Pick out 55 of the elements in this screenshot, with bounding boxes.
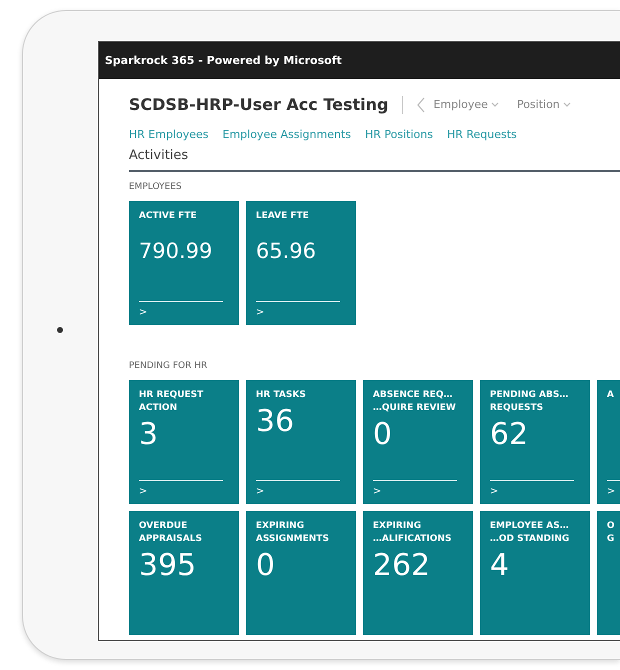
chevron-down-icon [490,102,499,107]
chevron-down-icon [562,102,571,107]
chevron-link[interactable]: > [256,302,264,325]
tile-value: 65.96 [256,238,317,265]
tile[interactable]: LEAVE FTE 65.96 > [246,201,356,325]
tile-title: ABSENCE REQ… …QUIRE REVIEW [372,389,457,415]
tile-value: 4 [490,548,510,584]
window-title: Sparkrock 365 - Powered by Microsoft [98,42,620,79]
tile[interactable]: EXPIRING …ALIFICATIONS 262 [362,511,473,635]
chevron-link[interactable]: > [138,302,148,325]
tile[interactable]: HR TASKS 36 > [246,380,356,504]
tile-title: OVERDUE APPRAISALS [138,520,203,546]
tile[interactable]: ACTIVE FTE 790.99 > [128,201,239,325]
nav-link[interactable]: HR Requests [446,128,517,141]
tile-value: 0 [256,548,276,584]
tile-value: 262 [372,548,432,584]
tile-title: EXPIRING ASSIGNMENTS [256,520,330,546]
tile[interactable]: OVERDUE APPRAISALS 395 [128,511,239,635]
tile-title: PENDING ABS… REQUESTS [490,389,570,415]
tile-value: 36 [256,404,296,440]
chevron-link[interactable]: > [256,481,264,504]
chevron-link[interactable]: > [490,481,498,504]
tile-title: O G [606,520,616,546]
home-button-icon[interactable] [57,327,64,333]
tile[interactable]: O G [596,511,620,635]
tile-title: A [606,389,615,402]
tile-value: 790.99 [138,238,214,265]
nav-link[interactable]: HR Employees [128,128,208,141]
tile-value: 3 [138,417,159,453]
tile-value: 0 [372,417,393,453]
tile[interactable]: PENDING ABS… REQUESTS 62 > [480,380,590,504]
tile[interactable]: EXPIRING ASSIGNMENTS 0 [246,511,356,635]
tile-title: HR REQUEST ACTION [138,389,204,415]
tile-title: LEAVE FTE [256,210,310,223]
chevron-link[interactable]: > [606,481,616,504]
tile[interactable]: ABSENCE REQ… …QUIRE REVIEW 0 > [362,380,473,504]
tile-value: 62 [490,417,530,453]
tile-title: EXPIRING …ALIFICATIONS [372,520,452,546]
tile-title: EMPLOYEE AS… …OD STANDING [490,520,570,546]
tile-value: 395 [138,548,198,584]
section-title: EMPLOYEES [128,182,183,192]
nav-link[interactable]: HR Positions [364,128,433,141]
chevron-link[interactable]: > [138,481,148,504]
section-title: PENDING FOR HR [128,361,208,371]
nav-link[interactable]: Employee Assignments [222,128,351,141]
chevron-link[interactable]: > [372,481,382,504]
tile[interactable]: A > [596,380,620,504]
tile[interactable]: EMPLOYEE AS… …OD STANDING 4 [480,511,590,635]
menu-button[interactable]: Position [516,98,571,111]
tile-title: HR TASKS [256,389,307,402]
page-title: Activities [128,148,190,163]
company-name: SCDSB-HRP-User Acc Testing [128,95,388,114]
tile[interactable]: HR REQUEST ACTION 3 > [128,380,239,504]
tile-title: ACTIVE FTE [138,210,198,223]
menu-button[interactable]: Employee [433,98,499,111]
